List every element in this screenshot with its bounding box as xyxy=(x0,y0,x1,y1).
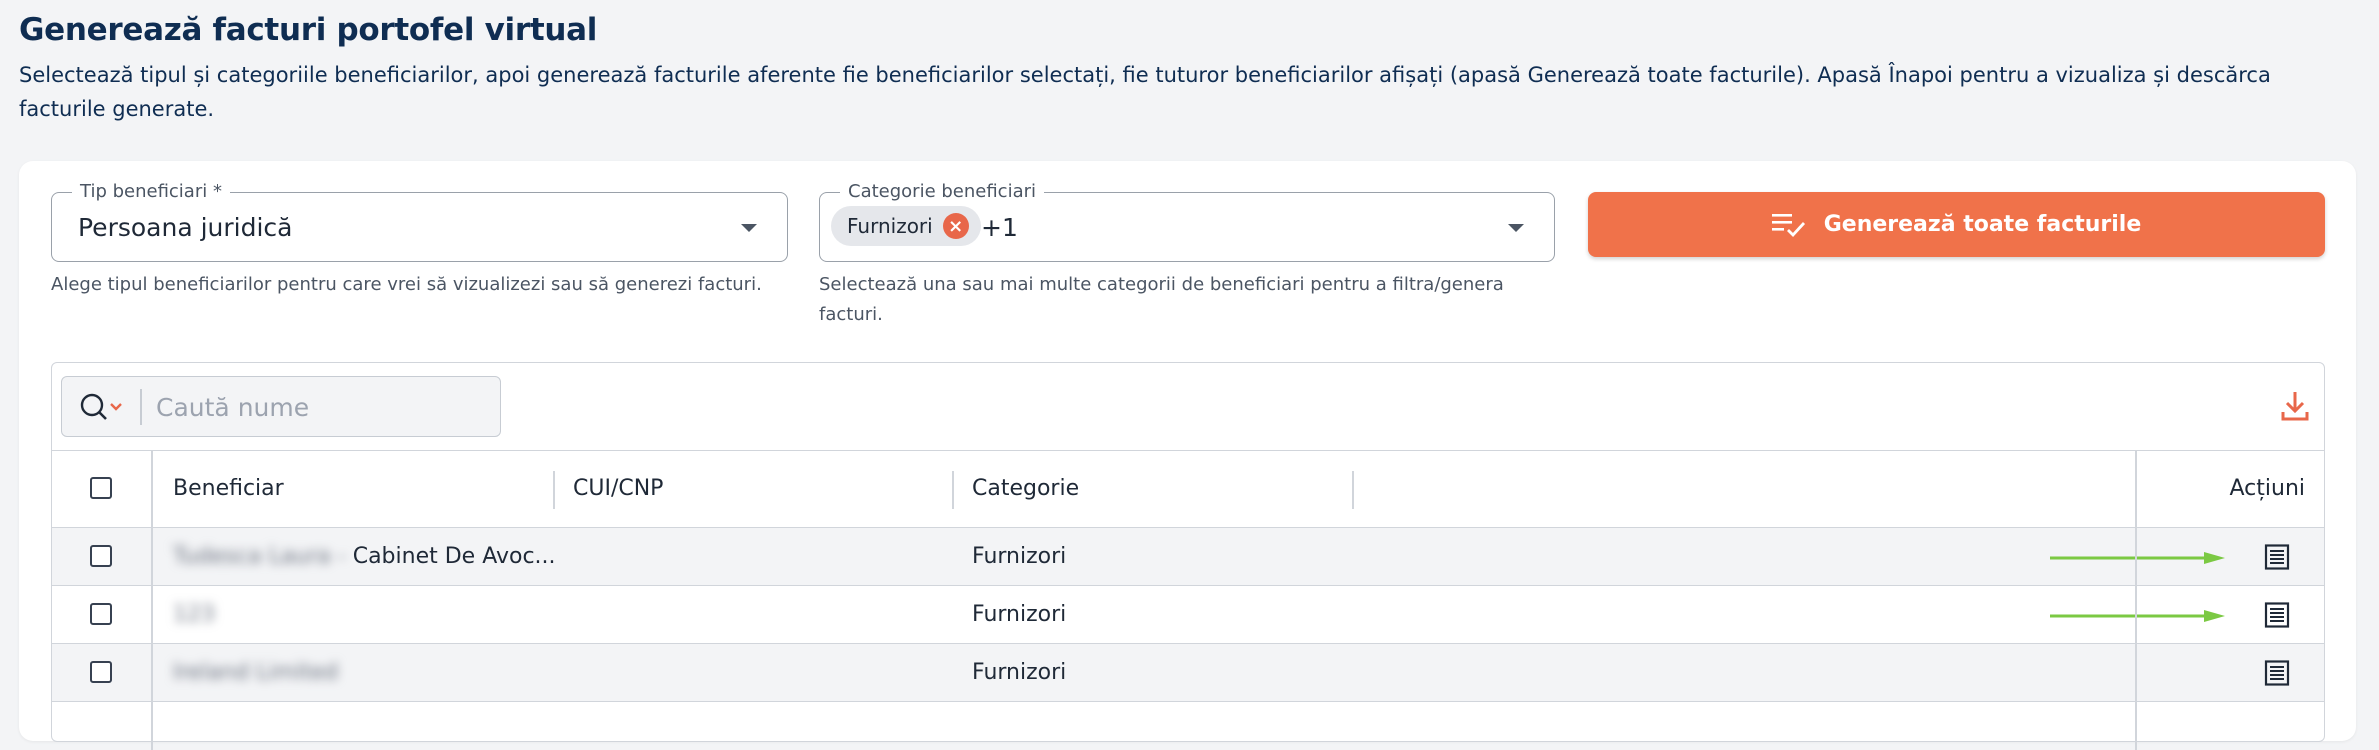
beneficiary-name: Ireland Limited xyxy=(173,660,339,685)
beneficiary-category: Furnizori xyxy=(972,544,1067,569)
row-checkbox[interactable] xyxy=(90,661,112,683)
beneficiary-category: Furnizori xyxy=(972,660,1067,685)
search-icon[interactable] xyxy=(80,392,130,422)
page-title: Generează facturi portofel virtual xyxy=(19,12,598,48)
beneficiary-name: 123 xyxy=(173,602,215,627)
annotation-arrow xyxy=(2050,552,2225,564)
row-checkbox[interactable] xyxy=(90,603,112,625)
close-icon[interactable]: × xyxy=(942,213,969,239)
invoice-icon[interactable] xyxy=(2264,544,2290,570)
download-icon[interactable] xyxy=(2280,390,2310,422)
category-chip: Furnizori × xyxy=(831,206,981,246)
generate-all-label: Generează toate facturile xyxy=(1823,212,2142,237)
column-header-cui[interactable]: CUI/CNP xyxy=(573,476,663,501)
beneficiary-name: Tudesca Laura - Cabinet De Avoc... xyxy=(173,544,556,569)
beneficiary-category-select[interactable]: Categorie beneficiari Furnizori × +1 xyxy=(819,181,1555,262)
checkbox-column-divider xyxy=(151,450,153,750)
invoice-icon[interactable] xyxy=(2264,602,2290,628)
annotation-arrow xyxy=(2050,610,2225,622)
column-separator[interactable] xyxy=(1352,471,1354,509)
checklist-icon xyxy=(1771,213,1805,237)
chevron-down-icon[interactable] xyxy=(1508,224,1524,232)
select-all-checkbox[interactable] xyxy=(90,477,112,499)
column-separator[interactable] xyxy=(553,471,555,509)
beneficiary-type-select[interactable]: Tip beneficiari * Persoana juridică xyxy=(51,181,788,262)
table-header: Beneficiar CUI/CNP Categorie Acțiuni xyxy=(52,450,2324,528)
page-description: Selectează tipul și categoriile benefici… xyxy=(19,63,2271,121)
category-chip-label: Furnizori xyxy=(847,214,933,238)
column-separator[interactable] xyxy=(952,471,954,509)
beneficiaries-table: Beneficiar CUI/CNP Categorie Acțiuni Tud… xyxy=(51,362,2325,750)
invoice-icon[interactable] xyxy=(2264,660,2290,686)
beneficiary-category-helper: Selectează una sau mai multe categorii d… xyxy=(819,274,1504,325)
column-header-categorie[interactable]: Categorie xyxy=(972,476,1079,501)
search-input[interactable] xyxy=(154,387,478,427)
column-header-actiuni: Acțiuni xyxy=(2229,476,2306,501)
generate-all-button[interactable]: Generează toate facturile xyxy=(1588,192,2325,257)
beneficiary-category: Furnizori xyxy=(972,602,1067,627)
category-more-count: +1 xyxy=(981,213,1018,242)
search-divider xyxy=(140,389,142,425)
search-box[interactable] xyxy=(61,376,501,437)
table-row[interactable]: 123 Furnizori xyxy=(52,586,2324,644)
beneficiary-type-label: Tip beneficiari * xyxy=(72,181,230,203)
column-header-beneficiar[interactable]: Beneficiar xyxy=(173,476,284,501)
beneficiary-type-helper: Alege tipul beneficiarilor pentru care v… xyxy=(51,274,762,295)
beneficiary-category-label: Categorie beneficiari xyxy=(840,181,1045,203)
row-checkbox[interactable] xyxy=(90,545,112,567)
table-row[interactable]: Tudesca Laura - Cabinet De Avoc... Furni… xyxy=(52,528,2324,586)
table-row[interactable]: Ireland Limited Furnizori xyxy=(52,644,2324,702)
actions-column-divider xyxy=(2135,450,2137,750)
chevron-down-icon[interactable] xyxy=(741,224,757,232)
beneficiary-type-value: Persoana juridică xyxy=(78,213,293,242)
